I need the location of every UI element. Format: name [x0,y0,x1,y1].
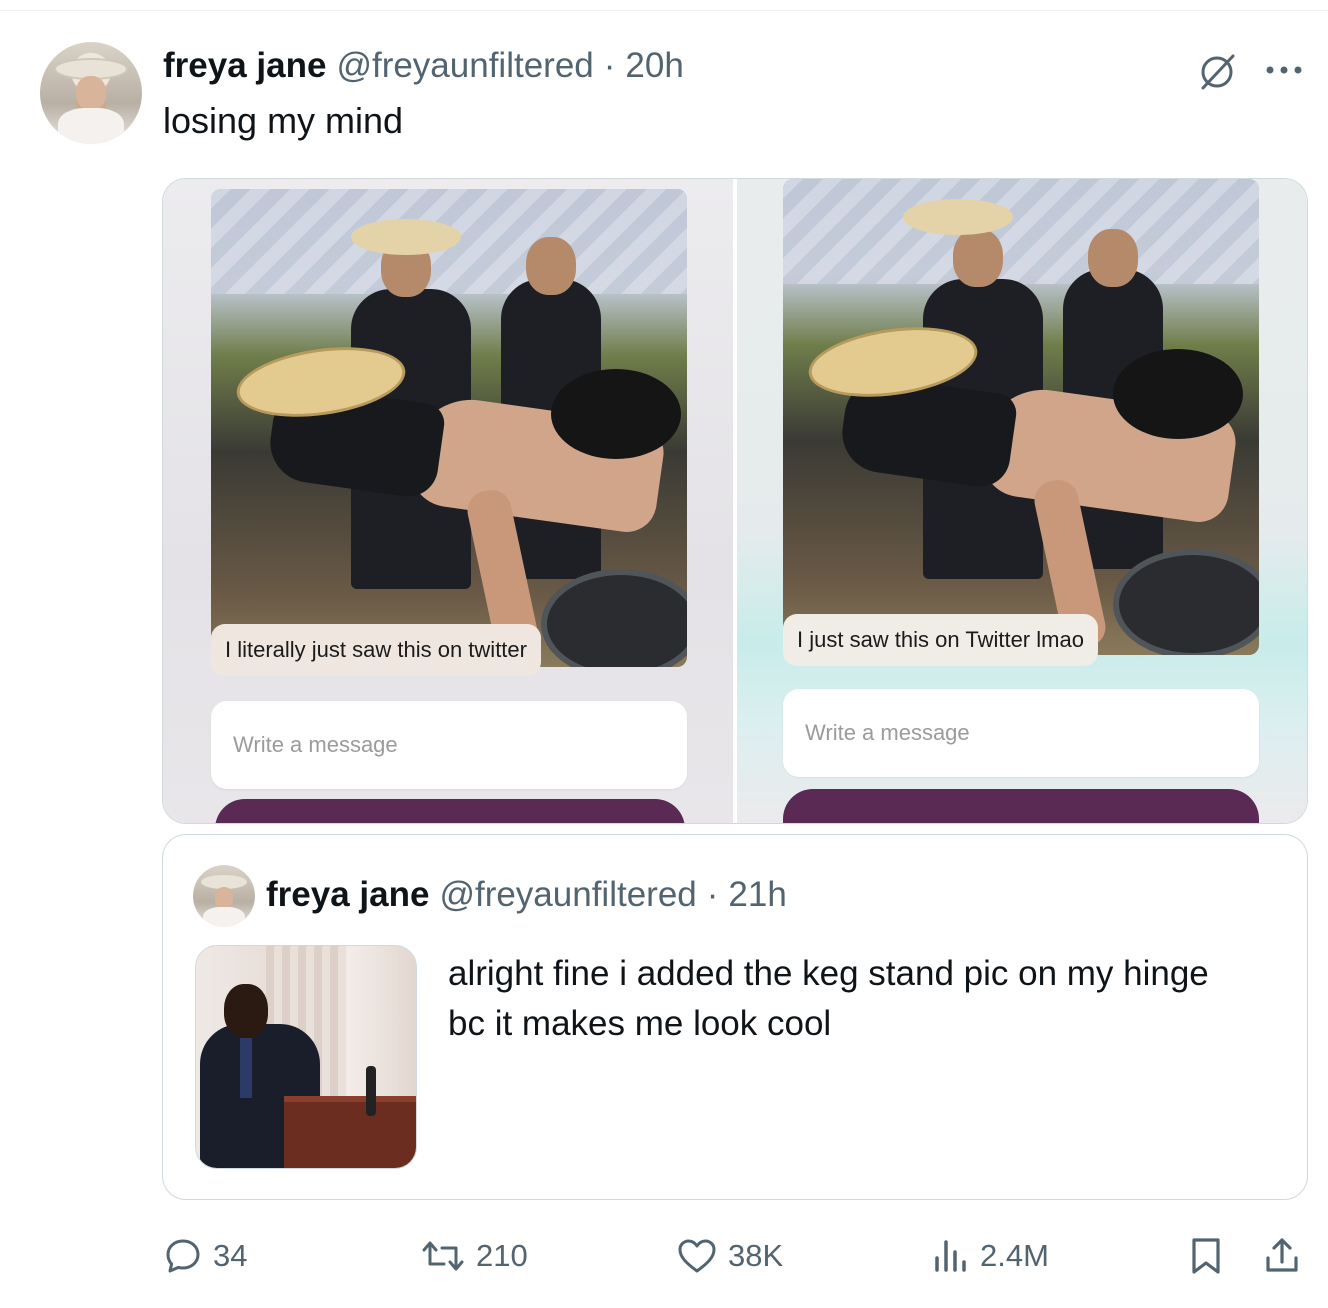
man-background-head [526,237,576,295]
man-background-head [1088,229,1138,287]
match-button-left[interactable] [215,799,685,823]
reply-icon [166,1239,200,1273]
microphone [366,1066,376,1116]
beer-keg [541,569,687,667]
repost-count: 210 [476,1238,528,1273]
author-handle[interactable]: @freyaunfiltered [336,46,593,86]
match-button-right[interactable] [783,789,1259,823]
bookmark-icon [1192,1238,1220,1274]
quoted-author-handle[interactable]: @freyaunfiltered [439,875,696,915]
avatar-face [76,76,106,110]
grok-icon[interactable] [1195,50,1239,94]
man-head [953,229,1003,287]
man-cowboy-hat [903,199,1013,235]
like-count: 38K [728,1238,784,1273]
media-image-left[interactable]: I literally just saw this on twitter Wri… [163,179,733,823]
tweet-header: freya jane @freyaunfiltered · 20h [163,46,684,88]
repost-button[interactable]: 210 [420,1226,528,1286]
keg-stand-photo-left [211,189,687,667]
views-icon [935,1240,966,1272]
quoted-tweet[interactable]: freya jane @freyaunfiltered · 21h alrigh… [162,834,1308,1200]
more-options-icon[interactable] [1262,60,1306,80]
top-divider [0,10,1328,11]
wooden-podium [284,1096,416,1168]
message-input-left[interactable]: Write a message [211,701,687,789]
bookmark-button[interactable] [1188,1226,1224,1286]
speaker-head [224,984,268,1038]
tweet-media[interactable]: I literally just saw this on twitter Wri… [162,178,1308,824]
tweet-action-bar: 34 210 38K 2.4M [0,1226,1328,1286]
views-button[interactable]: 2.4M [932,1226,1049,1286]
chat-bubble-right: I just saw this on Twitter lmao [783,614,1098,666]
woman-hair [1113,349,1243,439]
tweet-timestamp[interactable]: 20h [625,46,683,86]
man-cowboy-hat [351,219,461,255]
share-button[interactable] [1262,1226,1302,1286]
heart-icon [678,1239,716,1273]
avatar-body [203,907,245,927]
quoted-tweet-header: freya jane @freyaunfiltered · 21h [266,875,787,915]
quoted-tweet-image[interactable] [195,945,417,1169]
tweet-text: losing my mind [163,100,404,141]
author-name[interactable]: freya jane [163,46,326,86]
media-image-right[interactable]: I just saw this on Twitter lmao Write a … [737,179,1307,823]
reply-button[interactable]: 34 [163,1226,247,1286]
reply-count: 34 [213,1238,248,1273]
chat-bubble-left: I literally just saw this on twitter [211,624,541,676]
quoted-tweet-timestamp[interactable]: 21h [728,875,786,915]
speaker-tie [240,1038,252,1098]
view-count: 2.4M [980,1238,1049,1273]
repost-icon [422,1241,464,1271]
share-icon [1266,1238,1298,1272]
tent-canopy [783,179,1259,284]
author-avatar[interactable] [40,42,142,144]
quoted-tweet-text: alright fine i added the keg stand pic o… [448,954,1209,1043]
beer-keg [1113,549,1259,655]
separator-dot: · [706,875,719,914]
quoted-author-avatar[interactable] [193,865,255,927]
woman-hair [551,369,681,459]
avatar-face [215,887,233,909]
avatar-body [58,108,124,144]
keg-stand-photo-right [783,179,1259,655]
separator-dot: · [603,46,616,85]
message-input-right[interactable]: Write a message [783,689,1259,777]
quoted-author-name[interactable]: freya jane [266,875,429,915]
like-button[interactable]: 38K [676,1226,783,1286]
